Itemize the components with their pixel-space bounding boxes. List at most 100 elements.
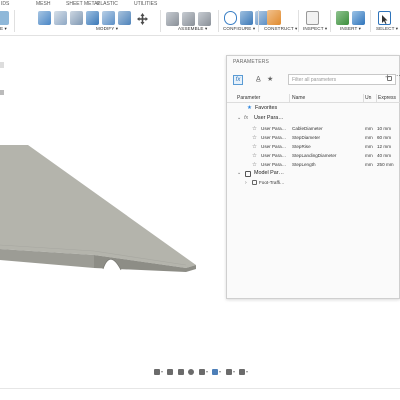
fit-icon[interactable]	[199, 369, 205, 375]
chevron-down-icon[interactable]: ▾	[219, 369, 221, 374]
param-expression[interactable]: 12 mm	[377, 144, 391, 149]
dialog-title: PARAMETERS	[233, 59, 270, 65]
model-parameter-child-row[interactable]: › Foot-Traffi…	[227, 178, 400, 187]
param-type: User Para…	[261, 126, 287, 131]
add-parameter-button[interactable]: +	[385, 72, 390, 82]
create-tool-icon[interactable]	[0, 11, 9, 25]
text-filter-icon[interactable]: A̲	[256, 75, 261, 85]
ramp-render[interactable]	[0, 145, 220, 280]
param-expression[interactable]: 10 mm	[377, 126, 391, 131]
toolbar-tabs: IDS MESH SHEET METAL PLASTIC UTILITIES	[0, 0, 400, 8]
column-parameter[interactable]: Parameter	[237, 95, 260, 101]
viewports-icon[interactable]	[239, 369, 245, 375]
param-expression[interactable]: 40 mm	[377, 153, 391, 158]
pan-icon[interactable]	[178, 369, 184, 375]
tab-sheet-metal[interactable]: SHEET METAL	[66, 1, 100, 7]
select-icon[interactable]	[378, 11, 391, 25]
tab-ids[interactable]: IDS	[1, 1, 9, 7]
param-unit[interactable]: mm	[365, 162, 373, 167]
filter-input[interactable]: Filter all parameters	[288, 74, 396, 85]
change-parameters-icon[interactable]	[240, 11, 253, 25]
as-built-joint-icon[interactable]	[198, 12, 211, 26]
insert-image-icon[interactable]	[352, 11, 365, 25]
star-outline-icon[interactable]: ☆	[252, 144, 257, 150]
column-unit[interactable]: Un	[365, 95, 371, 101]
param-expression[interactable]: 250 mm	[377, 162, 394, 167]
star-outline-icon[interactable]: ☆	[252, 126, 257, 132]
chevron-down-icon[interactable]: ▾	[206, 369, 208, 374]
configure-group-label[interactable]: CONFIGURE ▾	[223, 26, 255, 32]
star-outline-icon[interactable]: ☆	[252, 153, 257, 159]
chevron-down-icon[interactable]: ▾	[233, 369, 235, 374]
orbit-icon[interactable]	[154, 369, 160, 375]
chevron-right-icon[interactable]: ›	[245, 180, 247, 186]
star-icon: ★	[247, 105, 252, 111]
scale-icon[interactable]	[118, 11, 131, 25]
param-name[interactable]: StepDiameter	[292, 135, 362, 140]
column-separator[interactable]	[363, 94, 364, 103]
table-row[interactable]: ☆ User Para… StepRise mm 12 mm	[227, 142, 400, 151]
joint-icon[interactable]	[182, 12, 195, 26]
zoom-icon[interactable]	[188, 369, 194, 375]
create-group-label[interactable]: E ▾	[0, 26, 7, 32]
favorites-row[interactable]: ★ Favorites	[227, 104, 400, 113]
table-row[interactable]: ☆ User Para… StepDiameter mm 60 mm	[227, 133, 400, 142]
tab-mesh[interactable]: MESH	[36, 1, 50, 7]
param-type: User Para…	[261, 153, 287, 158]
column-name[interactable]: Name	[292, 95, 305, 101]
column-separator[interactable]	[289, 94, 290, 103]
param-name[interactable]: StepLength	[292, 162, 362, 167]
measure-icon[interactable]	[306, 11, 319, 25]
select-group-label[interactable]: SELECT ▾	[376, 26, 398, 32]
insert-group-label[interactable]: INSERT ▾	[340, 26, 361, 32]
param-expression[interactable]: 60 mm	[377, 135, 391, 140]
table-row[interactable]: ☆ User Para… StepLandingDiameter mm 40 m…	[227, 151, 400, 160]
param-name[interactable]: StepRise	[292, 144, 362, 149]
display-settings-icon[interactable]	[212, 369, 218, 375]
fx-filter-button[interactable]: fx	[233, 75, 243, 85]
more-options-button[interactable]: ⋯	[396, 72, 400, 82]
new-component-icon[interactable]	[166, 12, 179, 26]
favorites-filter-icon[interactable]: ★	[267, 75, 273, 85]
tab-utilities[interactable]: UTILITIES	[134, 1, 157, 7]
chevron-down-icon[interactable]: ▾	[161, 369, 163, 374]
table-row[interactable]: ☆ User Para… CableDiameter mm 10 mm	[227, 124, 400, 133]
param-unit[interactable]: mm	[365, 126, 373, 131]
grid-settings-icon[interactable]	[226, 369, 232, 375]
param-unit[interactable]: mm	[365, 153, 373, 158]
star-outline-icon[interactable]: ☆	[252, 135, 257, 141]
assemble-group-label[interactable]: ASSEMBLE ▾	[178, 26, 207, 32]
ribbon-divider	[258, 10, 259, 32]
move-icon[interactable]	[137, 12, 148, 25]
param-unit[interactable]: mm	[365, 135, 373, 140]
model-parameters-section[interactable]: ⌄ Model Par…	[227, 169, 400, 178]
chamfer-icon[interactable]	[70, 11, 83, 25]
offset-plane-icon[interactable]	[267, 10, 281, 25]
column-separator[interactable]	[376, 94, 377, 103]
chevron-down-icon[interactable]: ⌄	[237, 170, 241, 176]
shell-icon[interactable]	[86, 11, 99, 25]
inspect-group-label[interactable]: INSPECT ▾	[303, 26, 327, 32]
tab-plastic[interactable]: PLASTIC	[97, 1, 118, 7]
user-parameters-section[interactable]: ⌄ fx User Para…	[227, 114, 400, 123]
param-name[interactable]: StepLandingDiameter	[292, 153, 362, 158]
param-type: User Para…	[261, 162, 287, 167]
insert-derive-icon[interactable]	[336, 11, 349, 25]
star-outline-icon[interactable]: ☆	[252, 162, 257, 168]
model-parameters-label: Model Par…	[254, 170, 284, 176]
press-pull-icon[interactable]	[38, 11, 51, 25]
configure-icon[interactable]	[224, 11, 237, 25]
modify-group-label[interactable]: MODIFY ▾	[96, 26, 118, 32]
chevron-down-icon[interactable]: ▾	[246, 369, 248, 374]
column-expression[interactable]: Express	[378, 95, 396, 101]
ribbon-divider	[298, 10, 299, 32]
table-row[interactable]: ☆ User Para… StepLength mm 250 mm	[227, 160, 400, 169]
param-unit[interactable]: mm	[365, 144, 373, 149]
navigation-bar: ▾ ▾ ▾ ▾ ▾	[150, 366, 250, 378]
combine-icon[interactable]	[102, 11, 115, 25]
fillet-icon[interactable]	[54, 11, 67, 25]
construct-group-label[interactable]: CONSTRUCT ▾	[264, 26, 297, 32]
look-at-icon[interactable]	[167, 369, 173, 375]
chevron-down-icon[interactable]: ⌄	[237, 115, 241, 121]
param-name[interactable]: CableDiameter	[292, 126, 362, 131]
